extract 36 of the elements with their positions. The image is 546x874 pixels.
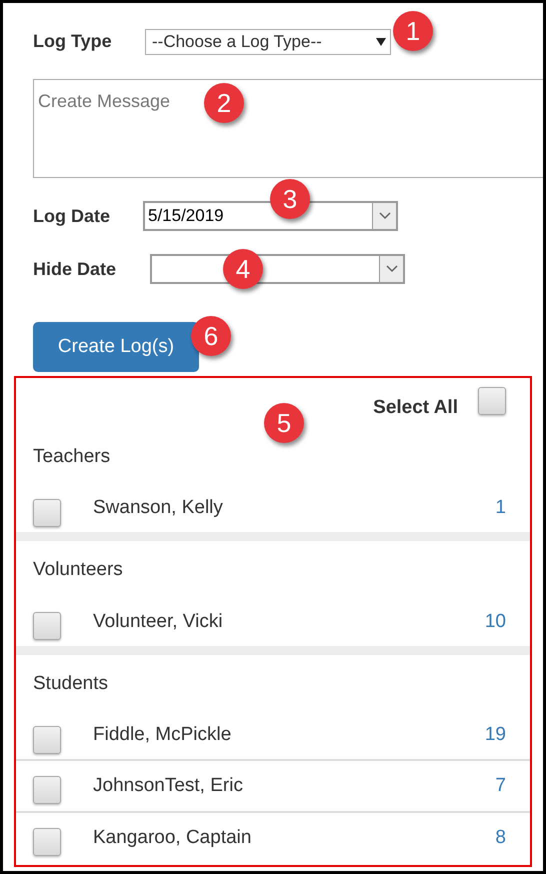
member-name: JohnsonTest, Eric [93,774,244,798]
chevron-down-icon [378,212,390,220]
callout-badge: 3 [270,179,310,219]
member-name: Volunteer, Vicki [93,610,224,634]
dropdown-button[interactable] [379,256,403,282]
member-name: Kangaroo, Captain [93,826,252,850]
member-name: Fiddle, McPickle [93,723,232,748]
field-label: Log Date [33,204,112,228]
callout-badge: 6 [191,316,231,356]
callout-badge: 1 [393,11,433,51]
checkbox[interactable] [33,726,61,754]
select-all-label: Select All [373,396,458,420]
group-heading: Teachers [33,444,110,468]
log-count: 10 [484,610,506,634]
checkbox[interactable] [33,776,61,804]
log-count: 7 [495,774,506,798]
checkbox[interactable] [33,612,61,640]
caret-icon [376,38,386,46]
checkbox[interactable] [33,828,61,856]
checkbox[interactable] [33,498,61,526]
field-label: Hide Date [33,258,118,280]
callout-badge: 5 [264,403,304,443]
group-heading: Volunteers [33,558,123,582]
log-count: 1 [495,496,506,520]
group-heading: Students [33,672,108,696]
log-type-select[interactable]: --Choose a Log Type-- [145,28,391,54]
member-name: Swanson, Kelly [93,496,224,520]
checkbox[interactable] [478,387,506,416]
create-logs-button[interactable]: Create Log(s) [33,322,199,372]
field-label: Log Type [33,30,113,53]
callout-badge: 2 [204,83,244,123]
log-count: 19 [484,723,506,748]
dropdown-button[interactable] [372,203,396,229]
callout-badge: 4 [223,249,263,289]
log-count: 8 [495,826,506,850]
chevron-down-icon [386,265,398,273]
